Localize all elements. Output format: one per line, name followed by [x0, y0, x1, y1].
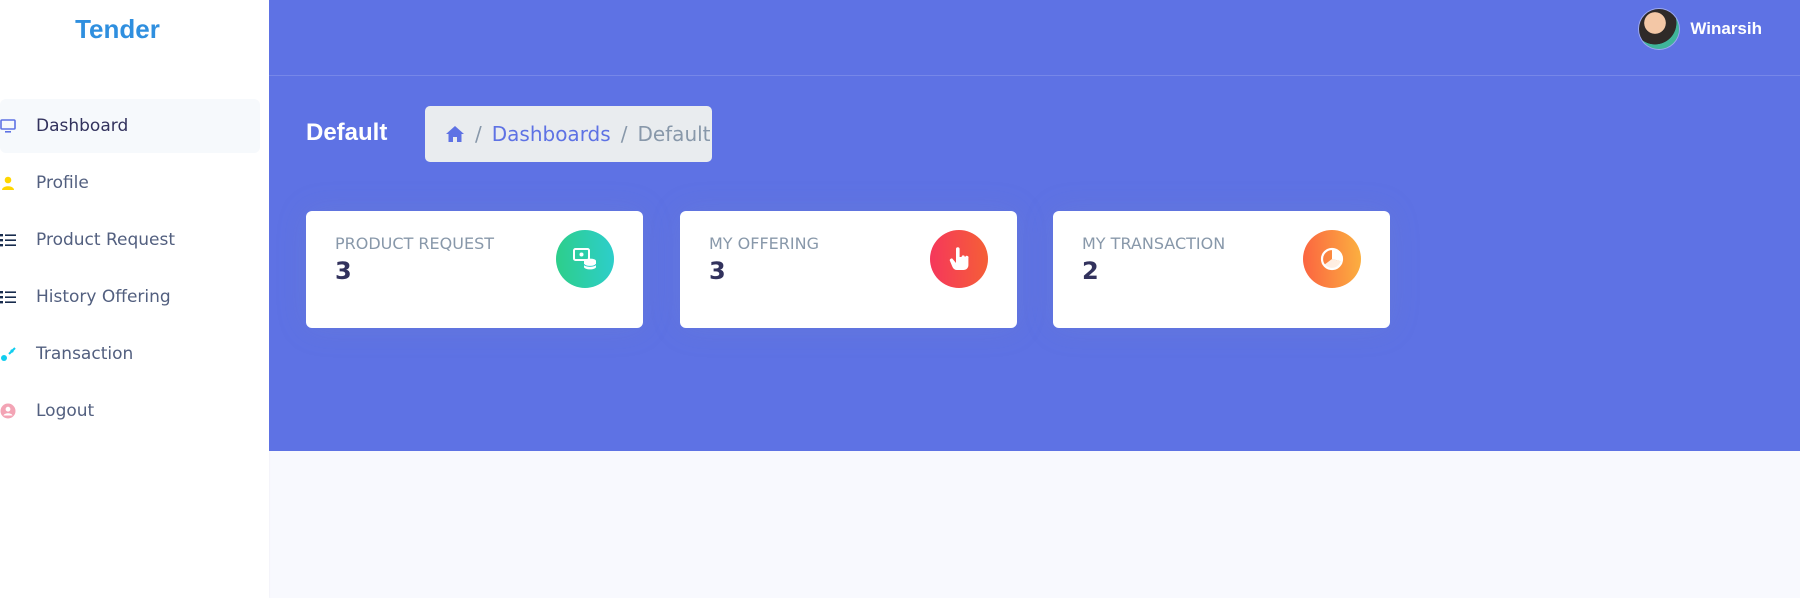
hand-pointer-icon: [930, 230, 988, 288]
sidebar-item-logout[interactable]: Logout: [0, 384, 260, 438]
breadcrumb: / Dashboards / Default: [425, 106, 712, 162]
stat-card-product-request: PRODUCT REQUEST 3: [306, 211, 643, 328]
brand-logo[interactable]: Tender: [0, 14, 235, 45]
sidebar-item-profile[interactable]: Profile: [0, 156, 260, 210]
sidebar-item-label: Profile: [36, 173, 89, 193]
logout-icon: [0, 403, 16, 419]
breadcrumb-separator: /: [475, 122, 482, 146]
list-icon: [0, 232, 16, 248]
card-title: MY TRANSACTION: [1082, 234, 1226, 253]
user-menu[interactable]: Winarsih: [1639, 9, 1762, 49]
stat-card-my-transaction: MY TRANSACTION 2: [1053, 211, 1390, 328]
sidebar-item-label: Product Request: [36, 230, 176, 250]
sidebar-nav: Dashboard Profile Product Request Histor…: [0, 99, 260, 441]
money-coins-icon: [556, 230, 614, 288]
sidebar-item-label: Dashboard: [36, 116, 129, 136]
sidebar: Tender Dashboard Profile Product Request…: [0, 0, 269, 598]
sidebar-item-history-offering[interactable]: History Offering: [0, 270, 260, 324]
stat-card-my-offering: MY OFFERING 3: [680, 211, 1017, 328]
list-icon: [0, 289, 16, 305]
sidebar-item-label: History Offering: [36, 287, 171, 307]
sidebar-item-product-request[interactable]: Product Request: [0, 213, 260, 267]
page-title: Default: [306, 119, 388, 146]
card-value: 3: [335, 257, 352, 285]
monitor-icon: [0, 118, 16, 134]
card-title: PRODUCT REQUEST: [335, 234, 494, 253]
top-navbar: Winarsih: [269, 0, 1800, 76]
planet-icon: [0, 346, 16, 362]
pie-chart-icon: [1303, 230, 1361, 288]
avatar[interactable]: [1639, 9, 1680, 49]
card-title: MY OFFERING: [709, 234, 819, 253]
sidebar-item-label: Logout: [36, 401, 95, 421]
user-name[interactable]: Winarsih: [1690, 19, 1762, 39]
breadcrumb-link-dashboards[interactable]: Dashboards: [492, 122, 611, 146]
sidebar-item-dashboard[interactable]: Dashboard: [0, 99, 260, 153]
card-value: 3: [709, 257, 726, 285]
breadcrumb-current: Default: [637, 122, 711, 146]
sidebar-item-label: Transaction: [36, 344, 134, 364]
user-icon: [0, 175, 16, 191]
header-band: Winarsih Default / Dashboards / Default …: [269, 0, 1800, 451]
card-value: 2: [1082, 257, 1099, 285]
sidebar-item-transaction[interactable]: Transaction: [0, 327, 260, 381]
home-icon[interactable]: [445, 125, 465, 143]
breadcrumb-separator: /: [620, 122, 628, 146]
